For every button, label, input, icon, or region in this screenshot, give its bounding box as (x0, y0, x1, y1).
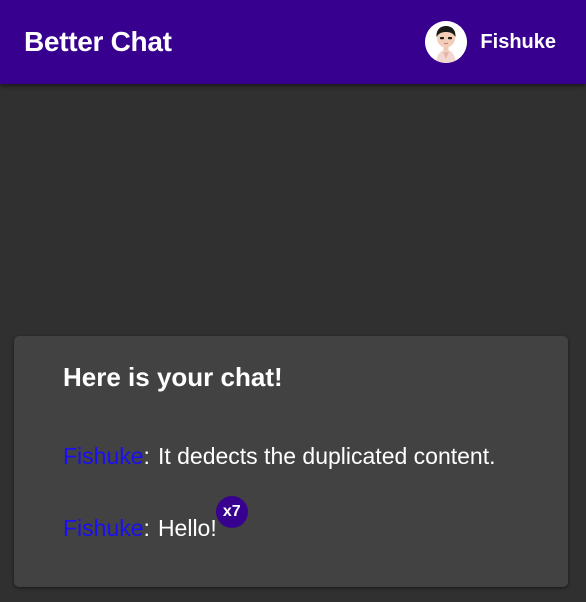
message-author-link[interactable]: Fishuke (63, 443, 144, 469)
chat-card: Here is your chat! Fishuke: It dedects th… (14, 336, 568, 587)
app-bar: Better Chat Fishuke (0, 0, 586, 84)
chat-message: Fishuke: It dedects the duplicated conten… (63, 441, 496, 471)
user-avatar-icon[interactable] (425, 21, 468, 63)
user-name[interactable]: Fishuke (480, 31, 556, 54)
avatar-illustration (425, 21, 468, 63)
chat-message: Fishuke: Hello! x7 (63, 496, 248, 543)
message-author-link[interactable]: Fishuke (63, 515, 144, 541)
user-profile-button[interactable]: Fishuke (425, 20, 556, 64)
message-text: It dedects the duplicated content. (157, 443, 496, 469)
app-title: Better Chat (24, 26, 172, 57)
message-text: Hello! (157, 515, 217, 541)
chat-heading: Here is your chat! (63, 362, 283, 392)
author-separator: : (143, 443, 150, 469)
author-separator: : (143, 515, 150, 541)
duplicate-count-badge: x7 (215, 496, 248, 528)
